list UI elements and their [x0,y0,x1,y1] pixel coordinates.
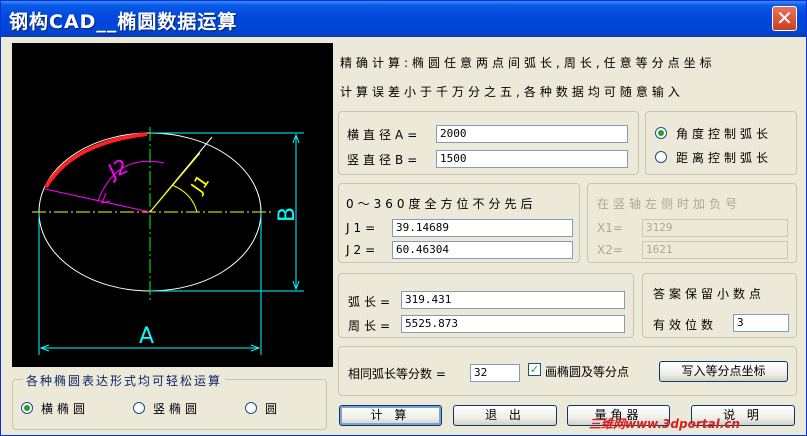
ellipse-diagram-svg: J2 J1 B A [32,127,304,355]
radio-distance-control[interactable] [655,151,667,163]
decimals-title: 答案保留小数点 [653,287,766,301]
draw-ellipse-checkbox-label[interactable]: 画椭圆及等分点 [545,363,629,380]
close-button[interactable]: ✕ [772,6,797,31]
calculate-button[interactable]: 计 算 [339,405,442,426]
radio-vertical-ellipse[interactable] [133,402,145,414]
x1-input: 3129 [642,219,788,237]
vertical-diameter-input[interactable]: 1500 [436,150,628,168]
j2-ray [44,188,151,213]
x1-field-label: X1= [597,221,623,235]
results-group: 弧长= 319.431 周长= 5525.873 [338,273,634,338]
j2-input[interactable]: 60.46304 [392,241,573,259]
arc-length-output[interactable]: 319.431 [401,291,625,309]
angles-group: 0～360度全方位不分先后 J1= 39.14689 J2= 60.46304 [338,183,580,263]
radio-distance-control-label[interactable]: 距离控制弧长 [676,149,772,166]
exit-button[interactable]: 退 出 [453,405,557,426]
perimeter-label: 周长= [348,319,395,333]
horizontal-diameter-label: 横直径A= [347,128,422,142]
window-title: 钢构CAD__椭圆数据运算 [9,11,238,33]
radio-horizontal-ellipse[interactable] [21,402,33,414]
info-line-1: 精确计算:椭圆任意两点间弧长,周长,任意等分点坐标 [340,56,716,70]
decimals-label: 有效位数 [653,318,718,332]
close-icon: ✕ [776,6,793,30]
x2-field-label: X2= [597,243,623,257]
watermark-text: 三维网www.3dportal.cn [589,417,740,431]
angles-title: 0～360度全方位不分先后 [346,197,537,211]
j2-label: J2 [103,154,132,184]
divide-count-label: 相同弧长等分数 = [348,367,446,381]
arc-length-label: 弧长= [348,295,395,309]
divide-group: 相同弧长等分数 = 32 ✓ 画椭圆及等分点 写入等分点坐标 [338,346,797,396]
arc-segment [44,132,148,189]
decimals-group: 答案保留小数点 有效位数 3 [642,273,797,338]
x-coordinate-title: 在竖轴左侧时加负号 [597,197,742,211]
radio-horizontal-ellipse-label[interactable]: 横椭圆 [41,400,89,417]
x2-input: 1621 [642,241,788,259]
diameters-group: 横直径A= 2000 竖直径B= 1500 [338,111,639,175]
write-coordinates-button[interactable]: 写入等分点坐标 [659,361,788,382]
j1-input[interactable]: 39.14689 [392,219,573,237]
ellipse-diagram: J2 J1 B A [12,43,333,367]
x-coordinate-group: 在竖轴左侧时加负号 X1= 3129 X2= 1621 [587,183,797,263]
ellipse-forms-group: 各种椭圆表达形式均可轻松运算 横椭圆 竖椭圆 圆 [12,372,327,430]
j1-field-label: J1= [346,221,380,235]
control-mode-group: 角度控制弧长 距离控制弧长 [645,111,797,175]
radio-circle[interactable] [245,402,257,414]
ellipse-forms-title: 各种椭圆表达形式均可轻松运算 [23,372,226,389]
radio-vertical-ellipse-label[interactable]: 竖椭圆 [153,400,201,417]
title-bar[interactable]: 钢构CAD__椭圆数据运算 ✕ [1,1,806,37]
j1-label: J1 [187,171,214,198]
info-line-2: 计算误差小于千万分之五,各种数据均可随意输入 [340,85,684,99]
decimals-input[interactable]: 3 [733,314,789,332]
horizontal-diameter-input[interactable]: 2000 [436,125,628,143]
app-window: 钢构CAD__椭圆数据运算 ✕ J2 J1 B A 各种椭圆表达形式均可轻松运算… [0,0,807,436]
radio-angle-control-label[interactable]: 角度控制弧长 [676,125,772,142]
vertical-diameter-label: 竖直径B= [347,153,422,167]
divide-count-input[interactable]: 32 [470,364,520,382]
draw-ellipse-checkbox[interactable]: ✓ [528,363,541,376]
radio-circle-label[interactable]: 圆 [265,400,277,417]
j2-field-label: J2= [346,243,380,257]
dim-a-label: A [139,324,154,349]
dim-b-label: B [275,207,300,222]
radio-angle-control[interactable] [655,127,667,139]
perimeter-output[interactable]: 5525.873 [401,315,625,333]
